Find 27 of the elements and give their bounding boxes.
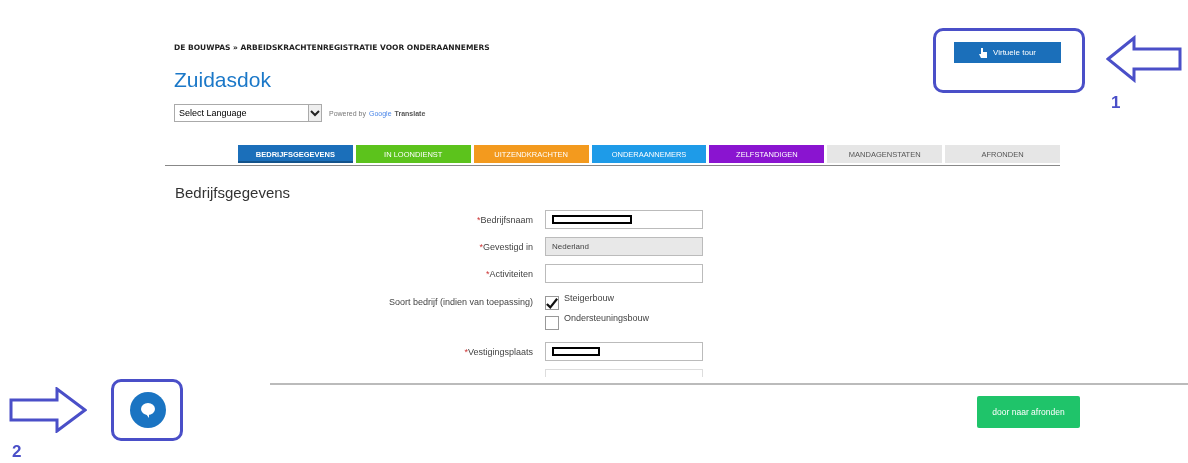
- field-label: Bedrijfsnaam: [480, 214, 533, 225]
- input-field[interactable]: [545, 210, 703, 229]
- checkbox-label: Steigerbouw: [564, 293, 615, 303]
- chat-button[interactable]: [130, 392, 166, 428]
- arrow-right-icon: [9, 387, 87, 433]
- input-field[interactable]: [545, 342, 703, 361]
- speech-bubble-icon: [139, 401, 157, 419]
- highlight-frame: [111, 379, 183, 441]
- language-select[interactable]: Select Language: [174, 104, 322, 122]
- checkbox-label: Ondersteuningsbouw: [564, 313, 650, 323]
- arrow-left-icon: [1106, 35, 1182, 83]
- annotation-number: 1: [1111, 93, 1121, 113]
- virtual-tour-button[interactable]: Virtuele tour: [954, 42, 1061, 63]
- input-field[interactable]: [545, 369, 703, 377]
- field-label: Activiteiten: [489, 268, 533, 279]
- section-title: Bedrijfsgegevens: [175, 184, 292, 201]
- page-title: Zuidasdok: [174, 68, 272, 92]
- required-marker: *: [479, 241, 483, 252]
- field-label: Soort bedrijf (indien van toepassing): [388, 297, 533, 307]
- hand-pointer-icon: [979, 47, 988, 58]
- annotation-number: 2: [12, 442, 22, 462]
- required-marker: *: [476, 214, 481, 225]
- required-marker: *: [464, 346, 468, 357]
- input-field[interactable]: [545, 264, 703, 283]
- chevron-down-icon: [308, 105, 321, 121]
- checkbox[interactable]: [545, 316, 559, 330]
- checkbox[interactable]: [545, 296, 559, 310]
